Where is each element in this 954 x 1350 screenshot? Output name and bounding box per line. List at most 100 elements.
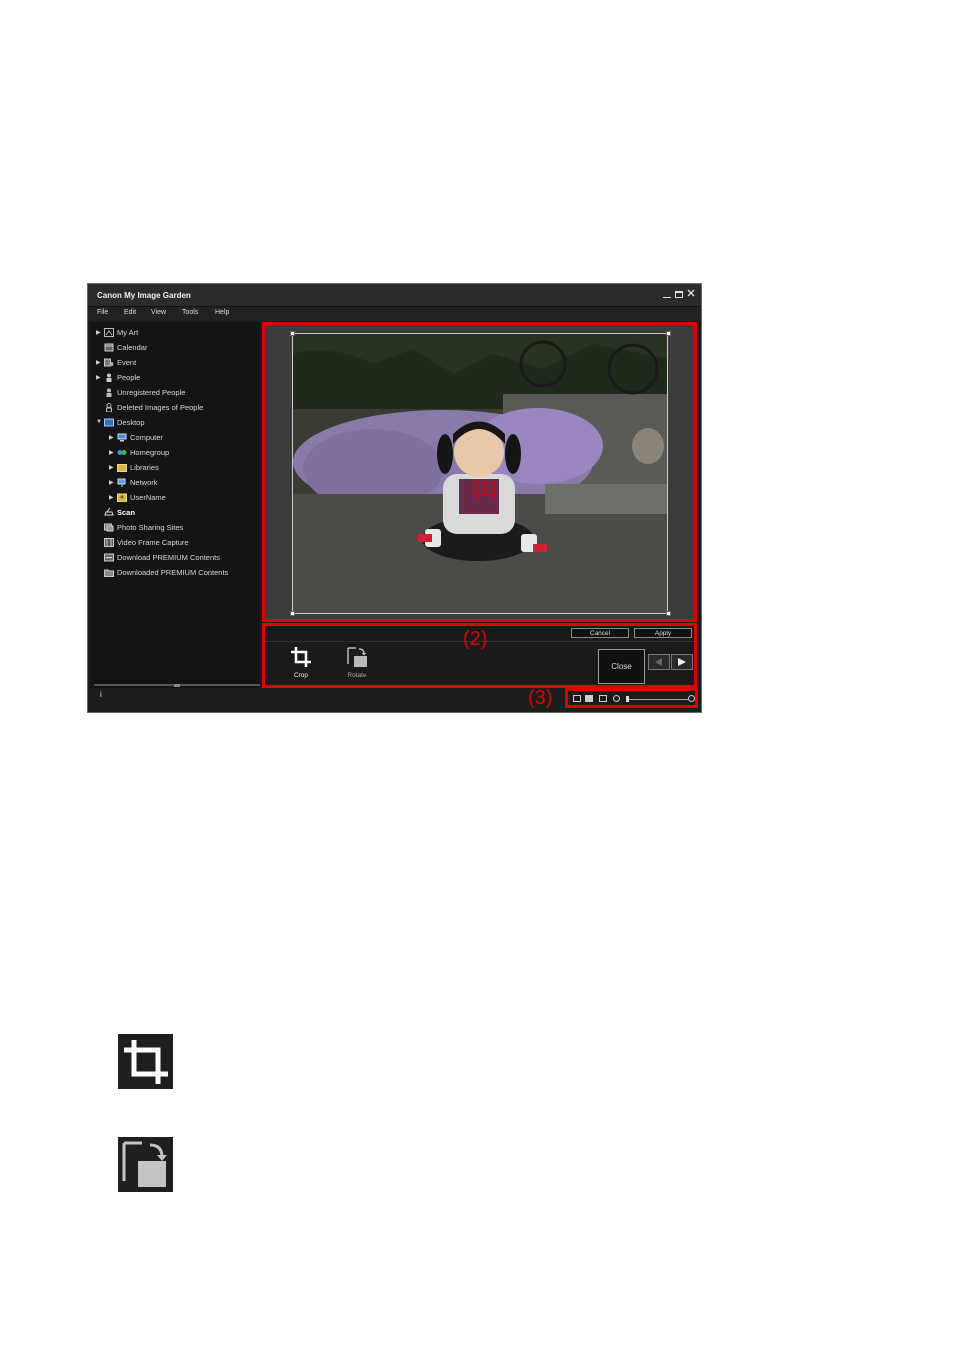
info-icon[interactable]: i	[100, 690, 102, 699]
menu-edit[interactable]: Edit	[124, 309, 136, 316]
sidebar-item-download-premium[interactable]: Download PREMIUM Contents	[96, 550, 220, 564]
scan-icon	[104, 507, 114, 517]
crop-handle-top-left[interactable]	[290, 331, 295, 336]
crop-tool-button[interactable]: Crop	[281, 646, 321, 679]
network-icon	[117, 478, 127, 487]
sidebar-item-label: Desktop	[117, 417, 145, 427]
expand-arrow-icon[interactable]: ▶	[109, 479, 117, 486]
sidebar-item-homegroup[interactable]: ▶ Homegroup	[109, 445, 169, 459]
libraries-icon	[117, 463, 127, 472]
photo-image	[293, 334, 667, 613]
menu-tools[interactable]: Tools	[182, 309, 198, 316]
sidebar-item-label: Downloaded PREMIUM Contents	[117, 567, 229, 577]
minimize-icon[interactable]	[663, 289, 671, 299]
fit-view-icon[interactable]	[599, 695, 607, 702]
desktop-icon	[104, 418, 114, 427]
callout-2: (2)	[463, 628, 488, 650]
sidebar-item-event[interactable]: ▶ Event	[96, 355, 136, 369]
collapse-arrow-icon[interactable]: ▼	[96, 419, 104, 425]
rotate-icon	[347, 647, 367, 667]
sidebar-item-people[interactable]: ▶ People	[96, 370, 140, 384]
menu-view[interactable]: View	[151, 309, 166, 316]
sidebar-item-deleted-images-of-people[interactable]: Deleted Images of People	[96, 400, 203, 414]
sidebar-item-label: Scan	[117, 507, 135, 517]
calendar-icon	[104, 343, 114, 352]
sidebar-item-label: Computer	[130, 432, 163, 442]
callout-3: (3)	[528, 687, 553, 709]
sidebar-item-my-art[interactable]: ▶ My Art	[96, 325, 138, 339]
zoom-slider-track[interactable]	[628, 699, 688, 700]
homegroup-icon	[117, 448, 127, 457]
next-image-button[interactable]	[671, 654, 693, 670]
sidebar-item-libraries[interactable]: ▶ Libraries	[109, 460, 159, 474]
rotate-tool-button[interactable]: Rotate	[337, 646, 377, 679]
zoom-out-icon[interactable]	[613, 695, 620, 702]
app-title: Canon My Image Garden	[97, 291, 191, 300]
sidebar-item-label: Calendar	[117, 342, 148, 352]
people-icon	[104, 373, 114, 382]
sidebar-item-label: Video Frame Capture	[117, 537, 189, 547]
expand-arrow-icon[interactable]: ▶	[109, 434, 117, 441]
sidebar-item-calendar[interactable]: Calendar	[96, 340, 147, 354]
unregistered-people-icon	[104, 388, 114, 397]
expand-arrow-icon[interactable]: ▶	[109, 464, 117, 471]
previous-image-button[interactable]	[648, 654, 670, 670]
sidebar-item-label: Deleted Images of People	[117, 402, 204, 412]
image-preview-area: (1)	[262, 322, 697, 622]
zoom-toolbar	[565, 688, 698, 708]
expand-arrow-icon[interactable]: ▶	[96, 359, 104, 366]
maximize-icon[interactable]	[675, 289, 683, 299]
sidebar-item-username[interactable]: ▶ UserName	[109, 490, 166, 504]
crop-handle-bottom-right[interactable]	[666, 611, 671, 616]
expand-arrow-icon[interactable]: ▶	[96, 374, 104, 381]
sidebar-item-photo-sharing-sites[interactable]: Photo Sharing Sites	[96, 520, 183, 534]
sidebar-item-label: UserName	[130, 492, 166, 502]
sidebar-item-video-frame-capture[interactable]: Video Frame Capture	[96, 535, 189, 549]
cancel-button[interactable]: Cancel	[571, 628, 629, 638]
zoom-in-icon[interactable]	[688, 695, 695, 702]
crop-handle-bottom-left[interactable]	[290, 611, 295, 616]
close-button[interactable]: Close	[598, 649, 645, 684]
single-view-icon[interactable]	[585, 695, 593, 702]
computer-icon	[117, 433, 127, 442]
sidebar: ▶ My Art Calendar ▶ Event ▶ People Unreg…	[90, 322, 260, 688]
close-window-icon[interactable]	[687, 289, 695, 299]
sidebar-item-label: Download PREMIUM Contents	[117, 552, 220, 562]
sidebar-item-label: Network	[130, 477, 158, 487]
photo-preview[interactable]: (1)	[292, 333, 668, 614]
menu-help[interactable]: Help	[215, 309, 229, 316]
list-view-icon[interactable]	[573, 695, 581, 702]
crop-handle-top-right[interactable]	[666, 331, 671, 336]
sidebar-item-unregistered-people[interactable]: Unregistered People	[96, 385, 185, 399]
event-icon	[104, 358, 114, 367]
sidebar-item-label: Unregistered People	[117, 387, 186, 397]
expand-arrow-icon[interactable]: ▶	[96, 329, 104, 336]
download-premium-icon	[104, 553, 114, 562]
sidebar-item-label: My Art	[117, 327, 139, 337]
expand-arrow-icon[interactable]: ▶	[109, 494, 117, 501]
rotate-label: Rotate	[347, 672, 367, 679]
apply-button[interactable]: Apply	[634, 628, 692, 638]
sidebar-item-label: People	[117, 372, 141, 382]
rotate-reference-icon	[118, 1137, 173, 1192]
callout-1: (1)	[473, 478, 498, 500]
sidebar-item-scan[interactable]: Scan	[96, 505, 135, 519]
arrow-right-icon	[678, 658, 686, 666]
sidebar-item-desktop[interactable]: ▼ Desktop	[96, 415, 145, 429]
expand-arrow-icon[interactable]: ▶	[109, 449, 117, 456]
sidebar-resize-grip[interactable]	[174, 684, 180, 687]
zoom-slider-knob[interactable]	[626, 696, 629, 702]
sidebar-item-downloaded-premium[interactable]: Downloaded PREMIUM Contents	[96, 565, 228, 579]
crop-icon	[291, 647, 311, 667]
menu-file[interactable]: File	[97, 309, 108, 316]
downloaded-premium-icon	[104, 568, 114, 577]
sidebar-item-label: Photo Sharing Sites	[117, 522, 184, 532]
crop-label: Crop	[293, 672, 309, 679]
title-bar: Canon My Image Garden	[88, 284, 701, 307]
edit-tools-panel: Cancel Apply Crop Rotate (2) Close	[262, 623, 697, 688]
window-controls	[663, 289, 695, 299]
sidebar-item-label: Homegroup	[130, 447, 170, 457]
sidebar-item-network[interactable]: ▶ Network	[109, 475, 158, 489]
sidebar-item-computer[interactable]: ▶ Computer	[109, 430, 163, 444]
sidebar-item-label: Libraries	[130, 462, 159, 472]
